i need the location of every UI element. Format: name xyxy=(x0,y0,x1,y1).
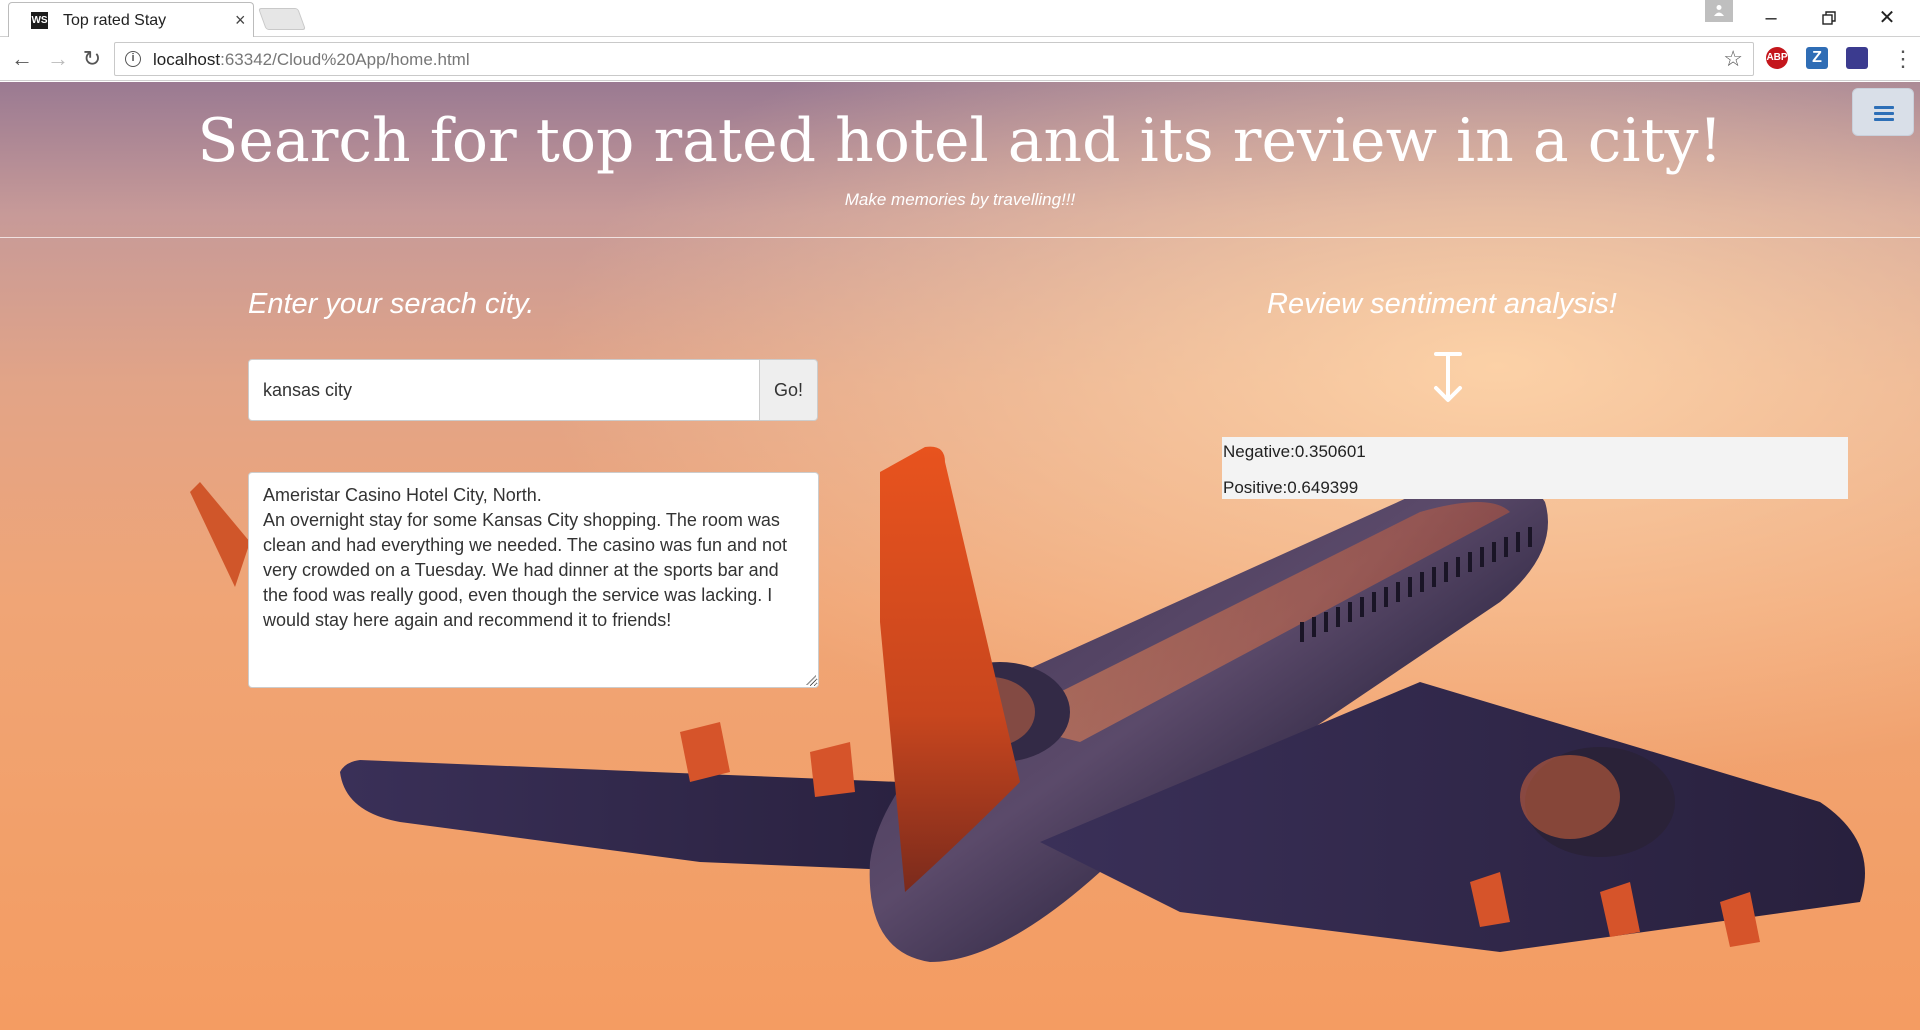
positive-score: Positive:0.649399 xyxy=(1223,478,1359,497)
sentiment-heading: Review sentiment analysis! xyxy=(1267,288,1617,320)
hamburger-icon-bar xyxy=(1874,112,1894,115)
url-text: localhost:63342/Cloud%20App/home.html xyxy=(153,50,470,69)
tab-title: Top rated Stay xyxy=(63,12,167,29)
review-text: An overnight stay for some Kansas City s… xyxy=(263,510,788,630)
menu-toggle-button[interactable] xyxy=(1852,88,1914,136)
minimize-icon[interactable]: – xyxy=(1751,4,1791,32)
city-search-input[interactable] xyxy=(248,359,760,421)
resize-handle-icon[interactable] xyxy=(806,675,816,685)
browser-tab-strip: WS Top rated Stay × – ✕ xyxy=(0,0,1920,38)
down-arrow-icon xyxy=(1434,352,1462,402)
review-textarea[interactable]: Ameristar Casino Hotel City, North. An o… xyxy=(248,472,819,688)
page-title: Search for top rated hotel and its revie… xyxy=(197,106,1723,176)
bookmark-star-icon[interactable]: ☆ xyxy=(1723,46,1743,72)
tab-close-icon[interactable]: × xyxy=(235,9,246,31)
zotero-icon[interactable]: Z xyxy=(1806,47,1828,69)
browser-toolbar: ← → ↻ i localhost:63342/Cloud%20App/home… xyxy=(0,37,1920,81)
divider xyxy=(0,237,1920,238)
browser-menu-icon[interactable]: ⋮ xyxy=(1892,45,1914,73)
hamburger-icon xyxy=(1874,106,1894,109)
close-window-icon[interactable]: ✕ xyxy=(1867,4,1907,32)
review-hotel-name: Ameristar Casino Hotel City, North. xyxy=(263,485,542,505)
restore-icon[interactable] xyxy=(1809,4,1849,33)
search-heading: Enter your serach city. xyxy=(248,288,535,320)
info-icon[interactable]: i xyxy=(125,51,141,67)
profile-button[interactable] xyxy=(1705,0,1733,22)
webstorm-favicon-icon: WS xyxy=(31,12,48,29)
extension-icon[interactable] xyxy=(1846,47,1868,69)
person-icon xyxy=(1713,3,1725,16)
adblock-plus-icon[interactable]: ABP xyxy=(1766,47,1788,69)
hamburger-icon-bar xyxy=(1874,118,1894,121)
address-bar[interactable]: i localhost:63342/Cloud%20App/home.html … xyxy=(114,42,1754,76)
page-body: Search for top rated hotel and its revie… xyxy=(0,82,1920,1030)
go-button[interactable]: Go! xyxy=(759,359,818,421)
sentiment-results: Negative:0.350601 Positive:0.649399 xyxy=(1222,437,1848,499)
page-subtitle: Make memories by travelling!!! xyxy=(844,190,1076,209)
search-group: Go! xyxy=(248,359,818,421)
reload-icon[interactable]: ↻ xyxy=(78,45,106,73)
back-icon[interactable]: ← xyxy=(8,45,36,73)
negative-score: Negative:0.350601 xyxy=(1223,442,1366,461)
forward-icon[interactable]: → xyxy=(44,45,72,73)
browser-tab[interactable]: WS Top rated Stay × xyxy=(8,2,254,38)
new-tab-button[interactable] xyxy=(257,8,307,30)
